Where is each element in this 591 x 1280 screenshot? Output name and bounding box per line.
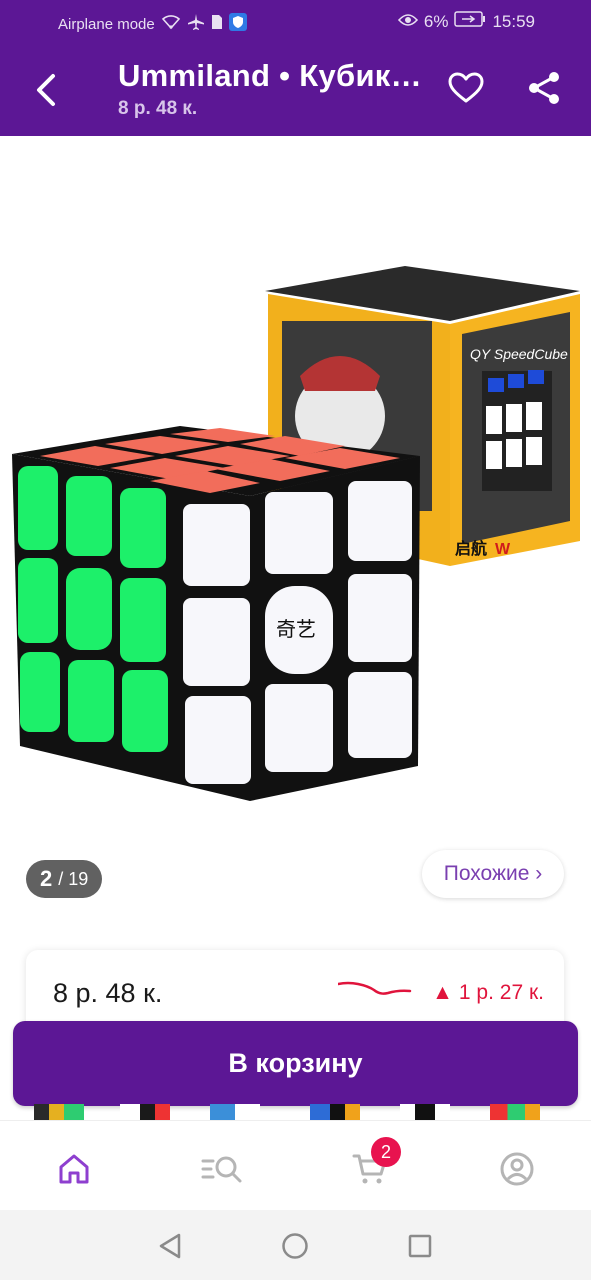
svg-text:奇艺: 奇艺 [276,617,316,641]
triangle-back-icon [159,1233,181,1259]
product-image: QY SpeedCube 启航 W 奇艺 [12,266,580,801]
price-up-arrow-icon: ▲ [432,981,453,1004]
square-recents-icon [408,1234,432,1258]
back-button[interactable] [22,64,70,116]
status-right: 6% 15:59 [397,11,535,32]
price-sparkline [338,981,412,995]
heart-icon [448,72,484,103]
header-price: 8 р. 48 к. [118,98,198,119]
system-home-button[interactable] [277,1228,313,1264]
page-title: Ummiland • Кубик… [118,58,422,93]
nav-home[interactable] [50,1145,98,1193]
current-price: 8 р. 48 к. [53,978,163,1008]
product-image-gallery[interactable]: QY SpeedCube 启航 W 奇艺 [0,136,591,926]
image-counter-current: 2 [40,866,53,891]
system-navigation-bar [0,1210,591,1280]
profile-icon [500,1152,534,1186]
system-back-button[interactable] [152,1228,188,1264]
nav-catalog-search[interactable] [198,1145,246,1193]
svg-text:W: W [495,541,511,558]
bottom-navigation [0,1120,591,1211]
sim-icon [211,14,223,34]
share-button[interactable] [522,66,566,110]
battery-icon [454,11,486,32]
svg-text:QY SpeedCube: QY SpeedCube [470,346,568,362]
thumbnail[interactable] [210,1104,260,1120]
airplane-mode-label: Airplane mode [58,15,155,33]
rubiks-cube-illustration: 奇艺 [12,426,420,801]
header-titles: Ummiland • Кубик… 8 р. 48 к. [118,58,428,120]
circle-home-icon [282,1233,308,1259]
share-icon [529,72,559,104]
shield-app-icon [228,13,247,35]
thumbnail[interactable] [34,1104,84,1120]
clock: 15:59 [492,11,535,31]
add-to-cart-button[interactable]: В корзину [13,1021,578,1106]
favorite-button[interactable] [444,66,488,110]
similar-products-strip[interactable] [0,1104,591,1120]
system-recents-button[interactable] [402,1228,438,1264]
eye-comfort-icon [397,12,418,32]
image-counter: 2 / 19 [26,860,103,898]
chevron-left-icon [37,74,55,106]
price-change: ▲ 1 р. 27 к. [432,981,544,1005]
thumbnail[interactable] [120,1104,170,1120]
thumbnail[interactable] [310,1104,360,1120]
thumbnail[interactable] [490,1104,540,1120]
similar-button[interactable]: Похожие › [422,850,564,898]
home-icon [59,1154,89,1184]
airplane-icon [187,13,205,35]
app-header: Ummiland • Кубик… 8 р. 48 к. [0,44,591,136]
thumbnail[interactable] [400,1104,450,1120]
status-left: Airplane mode [58,13,247,35]
svg-text:启航: 启航 [455,539,487,558]
status-bar: Airplane mode 6% 15:59 [0,0,591,44]
wifi-icon [161,14,181,34]
nav-profile[interactable] [493,1145,541,1193]
price-change-value: 1 р. 27 к. [458,981,544,1004]
battery-percent: 6% [423,11,449,31]
catalog-search-icon [201,1156,242,1183]
cart-count-badge: 2 [371,1137,401,1167]
image-counter-total: / 19 [58,868,89,889]
